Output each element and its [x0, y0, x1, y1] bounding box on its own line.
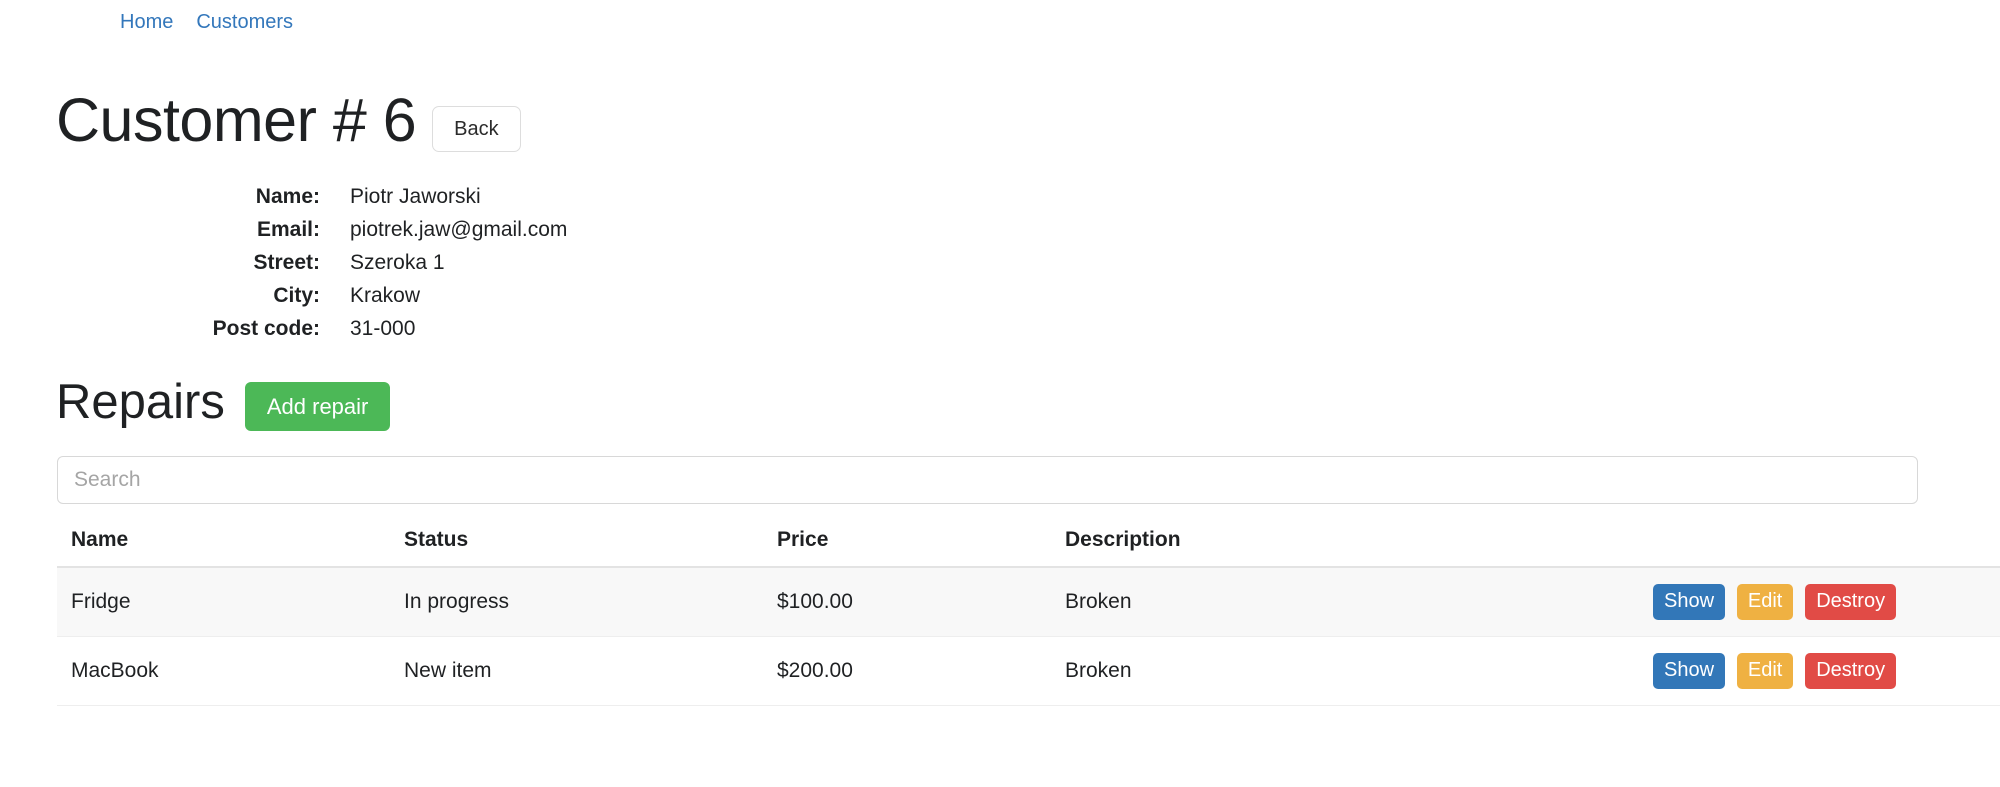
breadcrumb: Home Customers [120, 9, 293, 35]
nav-link-home[interactable]: Home [120, 9, 173, 35]
detail-label-post-code: Post code: [212, 317, 320, 340]
search-input[interactable] [57, 456, 1918, 504]
detail-value-name: Piotr Jaworski [350, 185, 481, 208]
search-container [57, 456, 1918, 504]
detail-row-street: Street: Szeroka 1 [0, 251, 860, 284]
cell-description: Broken [1051, 567, 1639, 637]
destroy-button[interactable]: Destroy [1805, 653, 1897, 689]
detail-label-name: Name: [255, 185, 320, 208]
repairs-table: Name Status Price Description Fridge In … [57, 517, 2000, 706]
back-button[interactable]: Back [432, 105, 521, 152]
table-row: MacBook New item $200.00 Broken Show Edi… [57, 636, 2000, 706]
cell-status: In progress [390, 567, 763, 637]
column-header-actions [1639, 517, 2000, 568]
repairs-title: Repairs [56, 375, 225, 430]
edit-button[interactable]: Edit [1736, 584, 1794, 620]
customer-show-page: Home Customers Customer # 6 Back Name: P… [0, 0, 2000, 787]
edit-button[interactable]: Edit [1736, 653, 1794, 689]
nav-link-customers[interactable]: Customers [196, 9, 293, 35]
column-header-status: Status [390, 517, 763, 568]
detail-label-email: Email: [256, 218, 320, 241]
cell-price: $200.00 [763, 636, 1051, 706]
table-header-row: Name Status Price Description [57, 517, 2000, 568]
column-header-name: Name [57, 517, 390, 568]
detail-row-post-code: Post code: 31-000 [0, 317, 860, 350]
detail-row-email: Email: piotrek.jaw@gmail.com [0, 218, 860, 251]
detail-value-city: Krakow [350, 284, 421, 307]
show-button[interactable]: Show [1653, 653, 1726, 689]
cell-actions: Show Edit Destroy [1639, 636, 2000, 706]
detail-row-name: Name: Piotr Jaworski [0, 185, 860, 218]
column-header-description: Description [1051, 517, 1639, 568]
cell-price: $100.00 [763, 567, 1051, 637]
repairs-table-head: Name Status Price Description [57, 517, 2000, 568]
detail-label-street: Street: [253, 251, 320, 274]
cell-name: MacBook [57, 636, 390, 706]
page-heading-row: Customer # 6 Back [56, 86, 521, 154]
detail-value-street: Szeroka 1 [350, 251, 445, 274]
detail-label-city: City: [273, 284, 320, 307]
page-title: Customer # 6 [56, 86, 417, 154]
customer-details: Name: Piotr Jaworski Email: piotrek.jaw@… [0, 185, 860, 350]
cell-description: Broken [1051, 636, 1639, 706]
detail-value-email: piotrek.jaw@gmail.com [350, 218, 568, 241]
repairs-table-body: Fridge In progress $100.00 Broken Show E… [57, 567, 2000, 706]
detail-row-city: City: Krakow [0, 284, 860, 317]
cell-status: New item [390, 636, 763, 706]
add-repair-button[interactable]: Add repair [244, 382, 391, 432]
repairs-heading-row: Repairs Add repair [56, 375, 391, 432]
table-row: Fridge In progress $100.00 Broken Show E… [57, 567, 2000, 637]
column-header-price: Price [763, 517, 1051, 568]
detail-value-post-code: 31-000 [350, 317, 416, 340]
destroy-button[interactable]: Destroy [1805, 584, 1897, 620]
cell-name: Fridge [57, 567, 390, 637]
cell-actions: Show Edit Destroy [1639, 567, 2000, 637]
show-button[interactable]: Show [1653, 584, 1726, 620]
